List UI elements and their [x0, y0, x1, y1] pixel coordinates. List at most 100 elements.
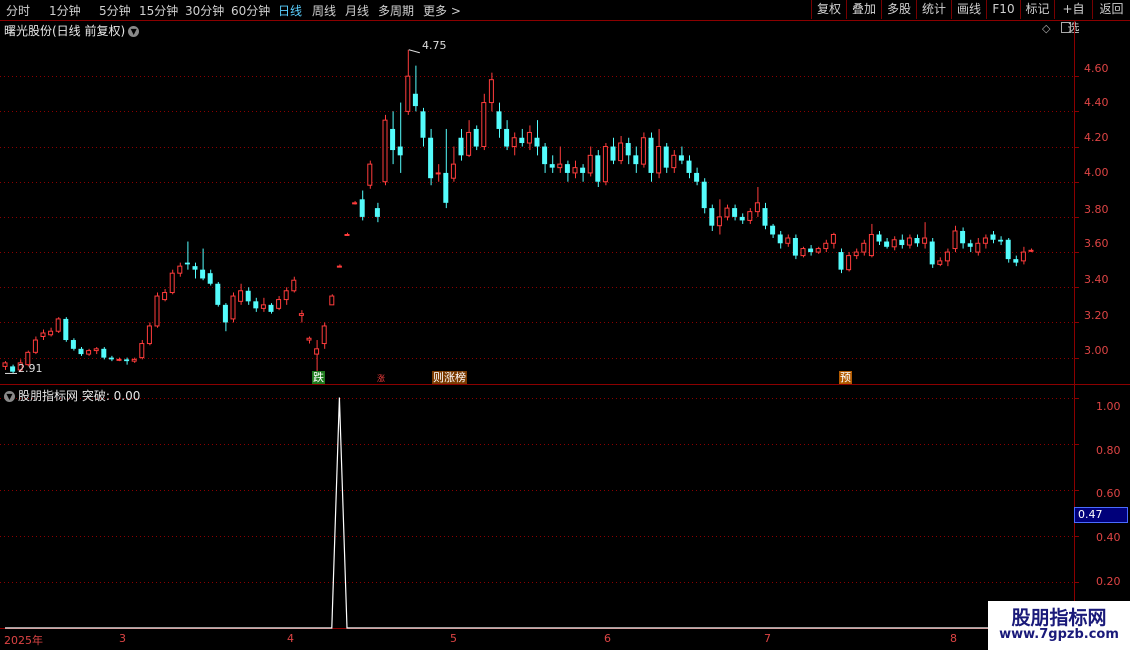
- f10-button[interactable]: F10: [986, 0, 1020, 19]
- candle-body: [298, 313, 304, 316]
- chart-canvas[interactable]: [0, 0, 1130, 650]
- period-tab-1min[interactable]: 1分钟: [49, 2, 81, 19]
- price-tick: 3.80: [1084, 203, 1109, 216]
- candle-body: [2, 362, 8, 367]
- candle-body: [732, 208, 738, 217]
- candle-body: [724, 207, 730, 218]
- candle-body: [390, 128, 396, 151]
- diamond-icon[interactable]: ◇: [1042, 22, 1050, 35]
- date-tick: 7: [764, 632, 771, 645]
- multi-stock-button[interactable]: 多股: [881, 0, 916, 19]
- back-button[interactable]: 返回: [1092, 0, 1130, 19]
- period-tab-30min[interactable]: 30分钟: [185, 2, 224, 19]
- candle-body: [557, 163, 563, 169]
- candle-body: [200, 269, 206, 279]
- candle-body: [32, 339, 38, 353]
- candle-body: [747, 211, 753, 221]
- candle-body: [291, 279, 297, 292]
- add-favorite-button[interactable]: +自选: [1054, 0, 1092, 35]
- price-tick: 4.00: [1084, 166, 1109, 179]
- candle-body: [526, 131, 532, 144]
- candle-body: [678, 155, 684, 161]
- candle-body: [192, 266, 198, 270]
- candle-body: [374, 208, 380, 217]
- candle-body: [70, 340, 76, 349]
- candle-body: [146, 325, 152, 345]
- candle-body: [428, 137, 434, 179]
- period-tab-monthly[interactable]: 月线: [345, 2, 369, 19]
- candle-body: [610, 146, 616, 161]
- stock-title: 曙光股份(日线 前复权): [4, 24, 126, 38]
- candle-body: [169, 272, 175, 294]
- date-tick: 3: [119, 632, 126, 645]
- mark-button[interactable]: 标记: [1020, 0, 1054, 19]
- candle-body: [777, 234, 783, 244]
- candle-body: [268, 304, 274, 312]
- candle-body: [405, 75, 411, 112]
- date-tick: 5: [450, 632, 457, 645]
- draw-line-button[interactable]: 画线: [951, 0, 986, 19]
- candle-body: [207, 273, 213, 284]
- signal-drop-badge: 跌: [312, 371, 325, 384]
- candle-body: [861, 242, 867, 253]
- period-tab-intraday[interactable]: 分时: [6, 2, 30, 19]
- candle-body: [587, 154, 593, 174]
- period-tab-daily[interactable]: 日线: [278, 2, 302, 19]
- candle-body: [808, 248, 814, 253]
- candle-body: [329, 295, 335, 306]
- period-tab-5min[interactable]: 5分钟: [99, 2, 131, 19]
- candle-body: [625, 143, 631, 156]
- candle-body: [276, 299, 282, 309]
- period-tab-15min[interactable]: 15分钟: [139, 2, 178, 19]
- candle-body: [86, 350, 92, 355]
- candle-body: [982, 237, 988, 244]
- candle-body: [952, 230, 958, 250]
- candle-body: [139, 343, 145, 359]
- candle-body: [618, 142, 624, 162]
- candle-body: [10, 366, 16, 372]
- period-tab-60min[interactable]: 60分钟: [231, 2, 270, 19]
- panel-toggle-icon[interactable]: [1061, 22, 1071, 33]
- statistics-button[interactable]: 统计: [916, 0, 951, 19]
- candle-body: [466, 131, 472, 156]
- candle-body: [336, 265, 342, 268]
- candle-body: [633, 155, 639, 165]
- grid-lines: [0, 20, 1130, 629]
- candle-body: [458, 137, 464, 156]
- overlay-button[interactable]: 叠加: [846, 0, 881, 19]
- candle-body: [420, 111, 426, 138]
- candle-body: [602, 146, 608, 183]
- restore-rights-button[interactable]: 复权: [811, 0, 846, 19]
- candle-body: [412, 93, 418, 107]
- period-tab-more[interactable]: 更多 >: [423, 2, 461, 19]
- candle-body: [443, 172, 449, 203]
- candle-body: [899, 239, 905, 246]
- date-tick: 8: [950, 632, 957, 645]
- candle-body: [815, 248, 821, 253]
- candle-body: [800, 248, 806, 257]
- period-tab-weekly[interactable]: 周线: [312, 2, 336, 19]
- candle-body: [534, 137, 540, 147]
- candle-body: [572, 167, 578, 174]
- period-tab-multi[interactable]: 多周期: [378, 2, 414, 19]
- price-tick: 4.20: [1084, 131, 1109, 144]
- candle-body: [473, 128, 479, 147]
- candle-body: [1028, 249, 1034, 252]
- indicator-cursor-value: 0.47: [1074, 507, 1128, 523]
- chevron-down-icon[interactable]: ▼: [4, 391, 15, 402]
- candle-body: [260, 304, 266, 309]
- candle-body: [344, 233, 350, 236]
- candle-body: [838, 252, 844, 270]
- candle-body: [108, 357, 114, 360]
- candle-body: [686, 160, 692, 173]
- low-price-label: 2.91: [18, 362, 43, 375]
- indicator-tick: 0.60: [1096, 487, 1121, 500]
- candle-body: [937, 260, 943, 265]
- candle-body: [397, 146, 403, 156]
- chevron-down-icon[interactable]: ▼: [128, 26, 140, 37]
- candle-body: [564, 164, 570, 173]
- candle-body: [116, 358, 122, 361]
- chart-title: 曙光股份(日线 前复权) ▼: [4, 22, 140, 39]
- indicator-series: [5, 397, 1031, 629]
- signal-warning-badge: 预: [839, 371, 852, 384]
